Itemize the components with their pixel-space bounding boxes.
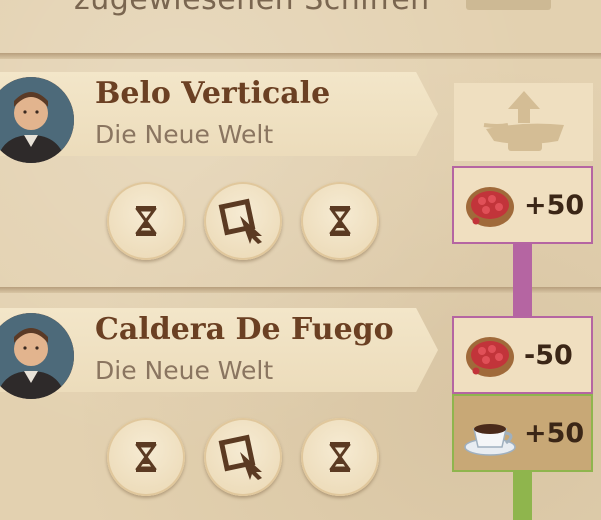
resource-amount: +50: [524, 190, 585, 221]
wait-button[interactable]: [301, 418, 379, 496]
resource-load-slot[interactable]: +50: [452, 394, 593, 472]
cargo-edit-icon: [218, 434, 262, 480]
wait-button[interactable]: [301, 182, 379, 260]
resource-amount: +50: [524, 418, 585, 449]
trade-route-panel: zugewiesenen Schiffen Belo: [0, 0, 601, 520]
ship-region: Die Neue Welt: [95, 120, 274, 149]
resource-unload-slot[interactable]: -50: [452, 316, 593, 394]
hourglass-icon: [135, 206, 157, 236]
ship-name: Belo Verticale: [95, 76, 331, 111]
cargo-edit-icon: [218, 198, 262, 244]
route-line-green: [513, 470, 532, 520]
hourglass-icon: [329, 442, 351, 472]
row-divider: [0, 53, 601, 59]
header-text: zugewiesenen Schiffen: [74, 0, 430, 17]
ship-name: Caldera De Fuego: [95, 312, 394, 347]
route-line-purple: [513, 236, 532, 326]
resource-load-slot[interactable]: +50: [452, 166, 593, 244]
wait-button[interactable]: [107, 182, 185, 260]
edit-cargo-button[interactable]: [204, 418, 282, 496]
edit-cargo-button[interactable]: [204, 182, 282, 260]
header-box: [466, 0, 551, 10]
coffee-beans-icon: [466, 187, 514, 227]
header-partial: zugewiesenen Schiffen: [0, 0, 451, 22]
wait-button[interactable]: [107, 418, 185, 496]
ship-region: Die Neue Welt: [95, 356, 274, 385]
coffee-beans-icon: [466, 337, 514, 377]
resource-amount: -50: [524, 340, 573, 371]
ship-unload-icon: [483, 91, 564, 151]
row-divider: [0, 287, 601, 293]
unload-slot[interactable]: [454, 83, 593, 161]
coffee-cup-icon: [464, 424, 516, 456]
hourglass-icon: [135, 442, 157, 472]
hourglass-icon: [329, 206, 351, 236]
